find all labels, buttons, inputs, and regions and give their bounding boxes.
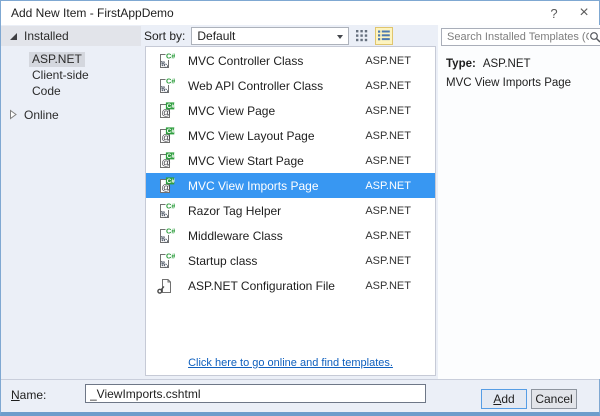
online-label: Online — [24, 107, 59, 122]
title-bar: Add New Item - FirstAppDemo ? × — [1, 1, 599, 25]
collapsed-arrow-icon — [10, 109, 17, 120]
template-list-item[interactable]: @ C# MVC View Start Page ASP.NET — [146, 148, 435, 173]
template-list: C# MVC Controller Class ASP.NET C# Web A… — [146, 47, 435, 298]
type-label: Type: — [446, 58, 476, 70]
template-category: ASP.NET — [365, 104, 411, 117]
template-list-panel: C# MVC Controller Class ASP.NET C# Web A… — [145, 46, 436, 376]
sort-dropdown[interactable]: Default — [191, 26, 350, 45]
template-name: MVC View Start Page — [188, 153, 304, 168]
name-label: Name: — [11, 388, 47, 402]
csharp-view-page-icon: @ C# — [155, 126, 175, 146]
dialog-body: Installed ASP.NET Client-side Code Onlin… — [1, 25, 600, 379]
name-input[interactable] — [85, 384, 426, 403]
template-category: ASP.NET — [365, 204, 411, 217]
svg-text:C#: C# — [167, 178, 175, 185]
csharp-class-icon: C# — [155, 226, 176, 246]
sort-toolbar: Sort by: Default — [141, 26, 438, 45]
template-list-item[interactable]: @ C# MVC View Page ASP.NET — [146, 98, 435, 123]
template-name: MVC View Page — [188, 103, 276, 118]
dialog-footer: Name: Add Cancel — [1, 379, 599, 412]
svg-text:C#: C# — [166, 251, 175, 260]
sidebar-item-asp-net[interactable]: ASP.NET — [29, 52, 85, 67]
svg-text:C#: C# — [166, 51, 175, 60]
template-type-line: Type: ASP.NET — [446, 58, 600, 70]
svg-text:C#: C# — [167, 103, 175, 110]
sidebar-item-installed[interactable]: Installed — [1, 26, 141, 46]
template-category: ASP.NET — [365, 154, 411, 167]
dialog-title: Add New Item - FirstAppDemo — [11, 6, 174, 20]
sidebar-item-online[interactable]: Online — [1, 105, 141, 124]
csharp-class-icon: C# — [155, 251, 176, 271]
template-description: MVC View Imports Page — [446, 77, 572, 89]
template-name: MVC View Imports Page — [188, 178, 319, 193]
chevron-down-icon — [337, 34, 344, 39]
svg-text:C#: C# — [166, 201, 175, 210]
details-panel: Type: ASP.NET MVC View Imports Page — [438, 25, 600, 379]
template-list-column: Sort by: Default C# MVC Controller Class… — [141, 25, 438, 379]
template-name: ASP.NET Configuration File — [188, 278, 335, 293]
cancel-button[interactable]: Cancel — [531, 389, 577, 409]
help-button[interactable]: ? — [539, 1, 569, 25]
installed-children: ASP.NET Client-side Code — [1, 46, 141, 105]
close-button[interactable]: × — [569, 1, 599, 25]
template-list-item[interactable]: C# Middleware Class ASP.NET — [146, 223, 435, 248]
csharp-class-icon: C# — [155, 51, 176, 71]
title-bar-buttons: ? × — [539, 1, 599, 25]
template-list-item[interactable]: C# Startup class ASP.NET — [146, 248, 435, 273]
category-tree: Installed ASP.NET Client-side Code Onlin… — [1, 25, 141, 379]
template-category: ASP.NET — [365, 229, 411, 242]
template-list-item[interactable]: @ C# MVC View Imports Page ASP.NET — [146, 173, 435, 198]
search-box[interactable] — [441, 28, 600, 46]
installed-label: Installed — [24, 29, 69, 43]
grid-view-icon — [356, 29, 368, 41]
template-name: Startup class — [188, 253, 258, 268]
template-category: ASP.NET — [365, 279, 411, 292]
template-category: ASP.NET — [365, 54, 411, 67]
search-icon — [590, 31, 600, 43]
svg-text:C#: C# — [167, 128, 175, 135]
template-name: Web API Controller Class — [188, 78, 324, 93]
svg-text:C#: C# — [167, 153, 175, 160]
csharp-view-page-icon: @ C# — [155, 151, 175, 171]
template-category: ASP.NET — [365, 79, 411, 92]
template-name: Middleware Class — [188, 228, 283, 243]
add-button[interactable]: Add — [481, 389, 527, 409]
search-input[interactable] — [442, 31, 589, 43]
template-name: MVC Controller Class — [188, 53, 304, 68]
sort-by-label: Sort by: — [144, 28, 186, 43]
list-view-button[interactable] — [375, 26, 394, 45]
template-name: Razor Tag Helper — [188, 203, 282, 218]
csharp-view-page-icon: @ C# — [155, 101, 175, 121]
template-list-item[interactable]: C# Razor Tag Helper ASP.NET — [146, 198, 435, 223]
csharp-class-icon: C# — [155, 76, 176, 96]
template-category: ASP.NET — [365, 254, 411, 267]
sidebar-item-code[interactable]: Code — [29, 84, 64, 99]
csharp-view-page-icon: @ C# — [155, 176, 175, 196]
list-view-icon — [378, 30, 391, 41]
go-online-link[interactable]: Click here to go online and find templat… — [146, 357, 435, 369]
template-name: MVC View Layout Page — [188, 128, 315, 143]
type-value: ASP.NET — [482, 58, 531, 70]
template-list-item[interactable]: ASP.NET Configuration File ASP.NET — [146, 273, 435, 298]
template-list-item[interactable]: C# MVC Controller Class ASP.NET — [146, 48, 435, 73]
svg-text:C#: C# — [166, 76, 175, 85]
config-file-icon — [155, 276, 175, 296]
csharp-class-icon: C# — [155, 201, 176, 221]
sidebar-item-client-side[interactable]: Client-side — [29, 68, 92, 83]
template-list-item[interactable]: C# Web API Controller Class ASP.NET — [146, 73, 435, 98]
sort-dropdown-value: Default — [197, 28, 236, 43]
template-category: ASP.NET — [365, 129, 411, 142]
expanded-arrow-icon — [10, 32, 17, 40]
small-icons-view-button[interactable] — [353, 27, 371, 45]
template-category: ASP.NET — [365, 179, 411, 192]
add-new-item-dialog: Add New Item - FirstAppDemo ? × Installe… — [0, 0, 600, 416]
template-list-item[interactable]: @ C# MVC View Layout Page ASP.NET — [146, 123, 435, 148]
svg-text:C#: C# — [166, 226, 175, 235]
